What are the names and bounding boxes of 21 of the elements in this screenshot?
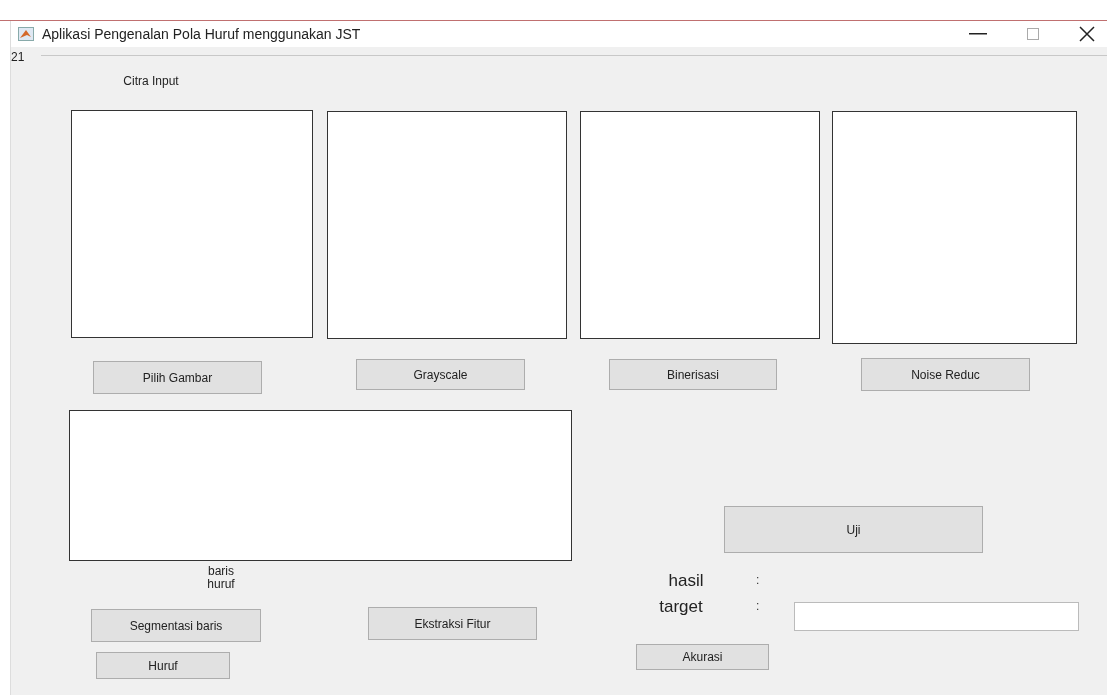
app-icon bbox=[18, 27, 34, 41]
action-button[interactable]: Noise Reduc bbox=[861, 358, 1030, 391]
action-button[interactable]: Grayscale bbox=[356, 359, 525, 390]
action-button[interactable]: Ekstraksi Fitur bbox=[368, 607, 537, 640]
action-button[interactable]: Huruf bbox=[96, 652, 230, 679]
action-button[interactable]: Pilih Gambar bbox=[93, 361, 262, 394]
window-title: Aplikasi Pengenalan Pola Huruf menggunakan JST bbox=[42, 24, 361, 44]
label-text: Citra Input bbox=[122, 75, 180, 90]
action-button[interactable]: Akurasi bbox=[636, 644, 769, 670]
separator-text: : bbox=[756, 598, 761, 613]
panel-title: 21 bbox=[11, 49, 26, 62]
result-label: hasil bbox=[667, 570, 705, 590]
action-button[interactable]: Binerisasi bbox=[609, 359, 777, 390]
close-icon[interactable] bbox=[1079, 26, 1095, 42]
action-button[interactable]: Uji bbox=[724, 506, 983, 553]
result-label: target bbox=[658, 596, 704, 616]
action-button[interactable]: Segmentasi baris bbox=[91, 609, 261, 642]
label-text: baris huruf bbox=[206, 565, 236, 593]
separator-text: : bbox=[756, 572, 761, 587]
minimize-icon[interactable] bbox=[969, 33, 987, 35]
target-field[interactable] bbox=[794, 602, 1079, 631]
